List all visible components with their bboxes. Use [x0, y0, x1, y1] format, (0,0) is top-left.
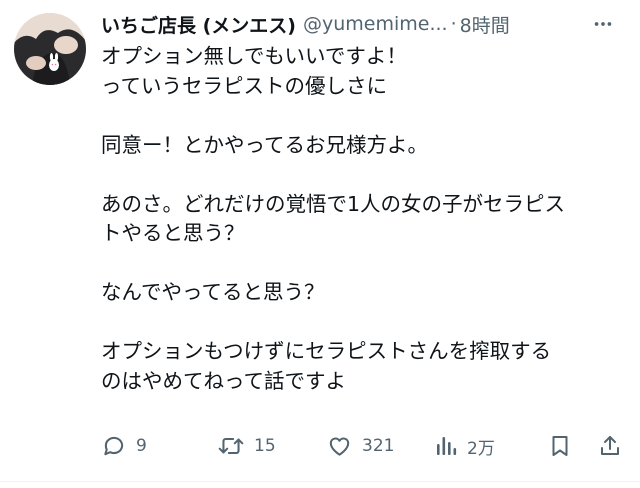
avatar[interactable] — [14, 13, 86, 85]
tweet-line: なんでやってると思う？ — [101, 280, 325, 304]
timestamp[interactable]: 8時間 — [460, 11, 510, 38]
heart-icon — [329, 437, 350, 456]
avatar-photo — [14, 13, 86, 85]
tweet-header: いちご店長 (メンエス) @yumemime... · 8時間 — [101, 10, 631, 38]
share-button[interactable] — [598, 428, 622, 464]
retweet-button[interactable]: 15 — [217, 428, 276, 464]
reply-count: 9 — [136, 436, 147, 456]
tweet-line: っていうセラピストの優しさに — [101, 73, 387, 98]
views-icon — [437, 437, 457, 455]
like-button[interactable]: 321 — [326, 428, 394, 464]
bookmark-button[interactable] — [548, 428, 572, 464]
tweet-paragraph: あのさ。どれだけの覚悟で1人の女の子がセラピス トやると思う？ — [101, 190, 621, 249]
reply-button[interactable]: 9 — [101, 428, 147, 464]
tweet-paragraph: なんでやってると思う？ — [101, 278, 621, 308]
tweet-line: オプションもつけずにセラピストさんを搾取する — [101, 339, 552, 363]
retweet-count: 15 — [254, 436, 276, 456]
retweet-icon — [218, 437, 244, 455]
tweet-paragraph: オプション無しでもいいですよ！ っていうセラピストの優しさに — [101, 42, 621, 101]
action-bar: 9 15 321 2万 — [101, 428, 626, 464]
tweet-line: トやると思う？ — [101, 221, 245, 245]
bookmark-icon — [552, 436, 568, 456]
reply-icon — [104, 436, 124, 456]
tweet[interactable]: いちご店長 (メンエス) @yumemime... · 8時間 オプション無しで… — [0, 0, 640, 488]
views-button[interactable]: 2万 — [434, 428, 495, 464]
divider — [0, 481, 640, 482]
tweet-paragraph: 同意ー！とかやってるお兄様方よ。 — [101, 131, 621, 161]
tweet-paragraph: オプションもつけずにセラピストさんを搾取する のはやめてねって話ですよ — [101, 337, 621, 396]
more-icon[interactable] — [589, 10, 617, 38]
like-count: 321 — [362, 436, 395, 456]
tweet-line: 同意ー！とかやってるお兄様方よ。 — [101, 132, 428, 157]
tweet-line: オプション無しでもいいですよ！ — [101, 44, 407, 68]
separator-dot: · — [450, 13, 457, 35]
tweet-line: あのさ。どれだけの覚悟で1人の女の子がセラピス — [101, 191, 566, 216]
view-count: 2万 — [467, 438, 495, 459]
user-handle[interactable]: @yumemime... — [303, 13, 448, 35]
share-icon — [601, 436, 619, 455]
display-name[interactable]: いちご店長 (メンエス) — [101, 11, 296, 38]
tweet-line: のはやめてねって話ですよ — [101, 368, 346, 393]
tweet-text: オプション無しでもいいですよ！ っていうセラピストの優しさに 同意ー！とかやって… — [101, 42, 621, 396]
